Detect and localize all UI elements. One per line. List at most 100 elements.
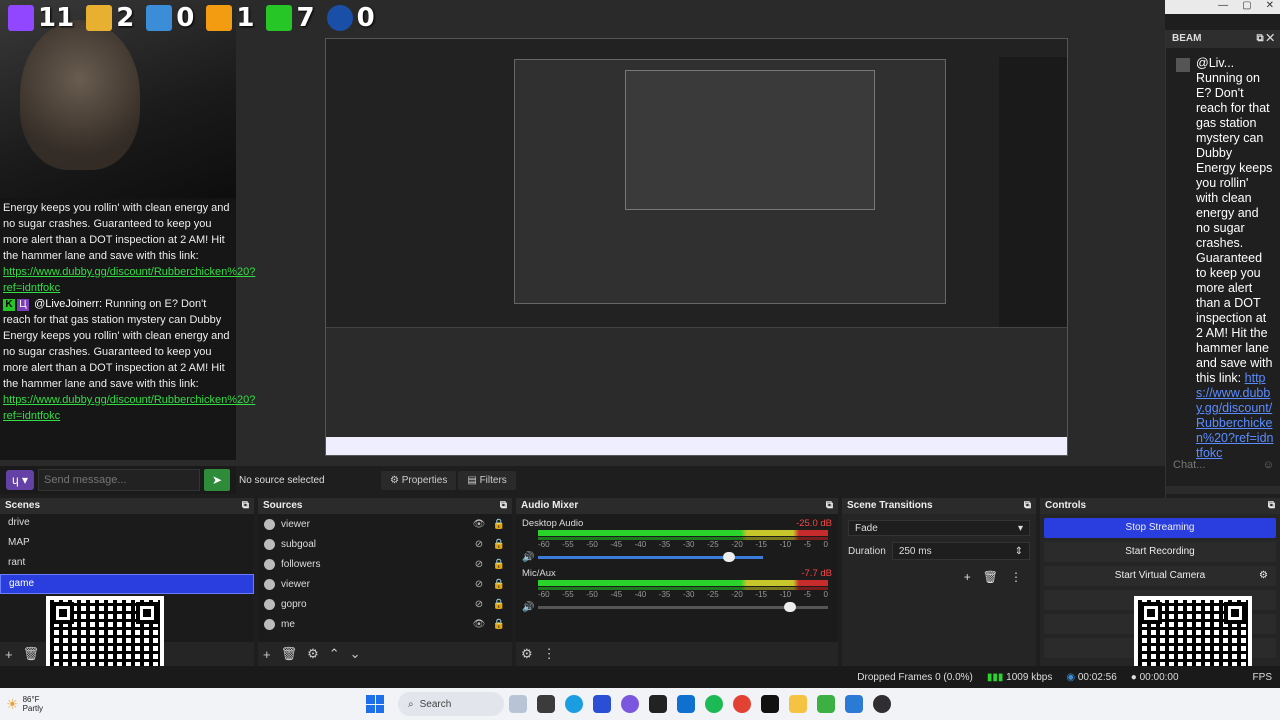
dropped-frames: Dropped Frames 0 (0.0%) — [857, 671, 973, 683]
chrome-icon[interactable] — [733, 695, 751, 713]
meter-tick: -10 — [779, 590, 792, 599]
eye-icon[interactable]: 👁 — [472, 619, 486, 630]
start-button[interactable] — [366, 695, 384, 713]
trash-icon[interactable]: 🗑 — [23, 646, 40, 662]
send-message-input[interactable] — [38, 469, 200, 491]
gear-icon[interactable]: ⚙ — [307, 646, 319, 662]
t-count: 0 — [176, 3, 195, 33]
source-item[interactable]: followers ⊘ 🔒 — [258, 554, 512, 574]
transitions-header: Scene Transitions ⧉ — [842, 498, 1036, 514]
weather-widget[interactable]: ☀ 86°F Partly — [0, 695, 340, 713]
beam-dock-title: BEAM — [1172, 33, 1202, 44]
undock-icon[interactable]: ⧉ — [1268, 500, 1275, 512]
add-icon[interactable]: + — [5, 647, 13, 662]
app2-icon[interactable] — [845, 695, 863, 713]
file-explorer-icon[interactable] — [537, 695, 555, 713]
add-icon[interactable]: + — [263, 647, 271, 662]
boat-app-icon[interactable] — [509, 695, 527, 713]
tiktok-icon[interactable] — [761, 695, 779, 713]
speaker-icon[interactable]: 🔊 — [522, 552, 534, 563]
lock-icon[interactable]: 🔒 — [492, 599, 506, 610]
store-icon[interactable] — [677, 695, 695, 713]
volume-knob[interactable] — [784, 602, 797, 612]
lock-icon[interactable]: 🔒 — [492, 519, 506, 530]
source-name: me — [281, 618, 295, 630]
taskbar-search[interactable]: ⌕ Search — [398, 692, 504, 716]
undock-icon[interactable]: ⧉ — [500, 500, 507, 512]
lock-icon[interactable]: 🔒 — [492, 579, 506, 590]
more-icon[interactable]: ⋮ — [1010, 570, 1022, 584]
undock-icon[interactable]: ⧉ — [242, 500, 249, 512]
gear-icon[interactable]: ⚙ — [521, 646, 533, 662]
lock-icon[interactable]: 🔒 — [492, 619, 506, 630]
spinner-icon[interactable]: ⇕ — [1015, 546, 1023, 557]
globe-icon — [264, 578, 275, 590]
transition-select[interactable]: Fade ▾ — [848, 520, 1030, 536]
eye-icon[interactable]: 👁 — [472, 519, 486, 530]
source-item[interactable]: viewer 👁 🔒 — [258, 514, 512, 534]
close-icon[interactable]: ✕ — [1266, 0, 1274, 14]
maximize-icon[interactable]: ▢ — [1242, 0, 1251, 14]
eye-hidden-icon[interactable]: ⊘ — [472, 579, 486, 590]
scene-item-map[interactable]: MAP — [0, 534, 254, 554]
meter-tick: -30 — [682, 590, 695, 599]
app-icon[interactable] — [593, 695, 611, 713]
obs-icon[interactable] — [873, 695, 891, 713]
eye-hidden-icon[interactable]: ⊘ — [472, 559, 486, 570]
emoji-icon[interactable]: ☺ — [1263, 459, 1274, 473]
globe-icon — [264, 538, 275, 550]
meter-tick: -30 — [682, 540, 695, 549]
down-arrow-icon[interactable]: ⌄ — [350, 646, 361, 662]
source-item[interactable]: subgoal ⊘ 🔒 — [258, 534, 512, 554]
source-item[interactable]: me 👁 🔒 — [258, 614, 512, 634]
eye-hidden-icon[interactable]: ⊘ — [472, 539, 486, 550]
chat-link[interactable]: https://www.dubby.gg/discount/Rubberchic… — [3, 394, 255, 422]
dock-controls[interactable]: ⧉ ✕ — [1256, 33, 1274, 45]
folder-icon[interactable] — [789, 695, 807, 713]
chat-message-2: KЦ @LiveJoinerr: Running on E? Don't rea… — [3, 296, 255, 424]
gear-icon[interactable]: ⚙ — [1259, 566, 1268, 586]
beam-chat-input[interactable]: Chat... ☺ — [1171, 456, 1276, 476]
channel-logo-icon[interactable]: ɥ ▾ — [6, 470, 34, 490]
undock-icon[interactable]: ⧉ — [1024, 500, 1031, 512]
channel-db: -25.0 dB — [796, 518, 832, 529]
lock-icon[interactable]: 🔒 — [492, 559, 506, 570]
undock-icon[interactable]: ⧉ — [826, 500, 833, 512]
lock-icon[interactable]: 🔒 — [492, 539, 506, 550]
scene-item-rant[interactable]: rant — [0, 554, 254, 574]
messenger-icon[interactable] — [621, 695, 639, 713]
bitrate-value: 1009 kbps — [1006, 671, 1053, 683]
horizontal-scrollbar[interactable] — [1166, 486, 1280, 494]
trash-icon[interactable]: 🗑 — [983, 570, 998, 584]
duration-input[interactable]: 250 ms ⇕ — [891, 542, 1030, 560]
start-virtual-camera-button[interactable]: Start Virtual Camera ⚙ — [1044, 566, 1276, 586]
more-icon[interactable]: ⋮ — [543, 646, 556, 662]
meter-tick: -20 — [731, 590, 743, 599]
add-icon[interactable]: + — [964, 570, 971, 584]
send-button[interactable]: ➤ — [204, 469, 230, 491]
stop-streaming-button[interactable]: Stop Streaming — [1044, 518, 1276, 538]
edge-icon[interactable] — [565, 695, 583, 713]
properties-button[interactable]: ⚙ Properties — [381, 470, 457, 490]
scene-item-drive[interactable]: drive — [0, 514, 254, 534]
volume-knob[interactable] — [723, 552, 736, 562]
filters-button[interactable]: ▤ Filters — [458, 470, 516, 490]
meter-tick: -5 — [803, 590, 811, 599]
spotify-icon[interactable] — [705, 695, 723, 713]
start-recording-button[interactable]: Start Recording — [1044, 542, 1276, 562]
mixer-channels: Desktop Audio -25.0 dB -60 -55 -50 -45 -40 -35… — [516, 514, 838, 642]
minimize-icon[interactable]: — — [1218, 0, 1228, 14]
meter-tick: -35 — [658, 540, 671, 549]
source-item[interactable]: gopro ⊘ 🔒 — [258, 594, 512, 614]
terminal-icon[interactable] — [649, 695, 667, 713]
eye-hidden-icon[interactable]: ⊘ — [472, 599, 486, 610]
weather-temp: 86°F — [22, 695, 40, 704]
chat-link[interactable]: https://www.dubby.gg/discount/Rubberchic… — [3, 266, 255, 294]
source-item[interactable]: viewer ⊘ 🔒 — [258, 574, 512, 594]
speaker-icon[interactable]: 🔊 — [522, 602, 534, 613]
up-arrow-icon[interactable]: ⌃ — [329, 646, 340, 662]
trash-icon[interactable]: 🗑 — [281, 646, 298, 662]
scene-item-game[interactable]: game — [0, 574, 254, 594]
excel-icon[interactable] — [817, 695, 835, 713]
beam-chat-message: @Liv... Running on E? Don't reach for th… — [1166, 48, 1280, 461]
